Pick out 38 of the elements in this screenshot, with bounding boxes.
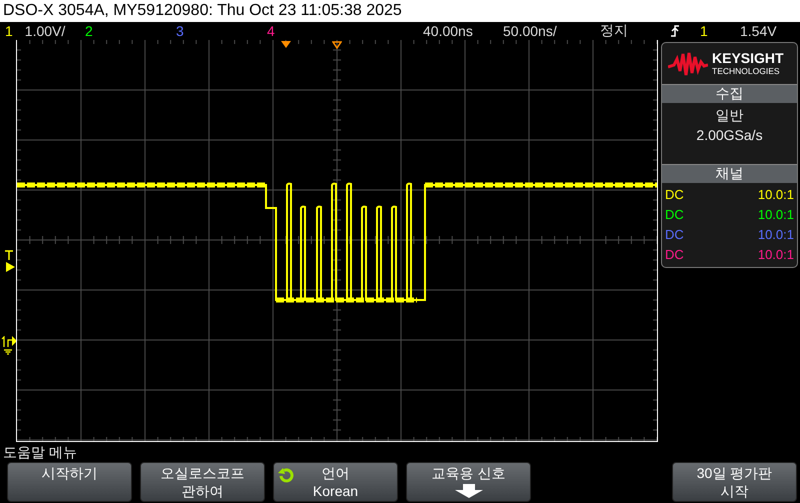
channel-scale: 1.00V/ bbox=[24, 23, 66, 39]
waveform-logo-icon bbox=[668, 50, 708, 77]
down-arrow-icon bbox=[454, 484, 482, 498]
menu-title: 도움말 메뉴 bbox=[2, 443, 78, 462]
brand-name: KEYSIGHT bbox=[712, 51, 784, 66]
trigger-source: 1 bbox=[700, 23, 709, 39]
run-state: 정지 bbox=[600, 22, 629, 40]
delay-value: 40.00ns bbox=[423, 23, 474, 39]
channel-number[interactable]: 2 bbox=[85, 23, 93, 39]
channel-coupling: DC bbox=[665, 186, 684, 204]
rising-edge-icon bbox=[670, 24, 680, 38]
probe-ratio: 10.0:1 bbox=[758, 226, 794, 244]
trigger-level-marker bbox=[2, 250, 16, 272]
trigger-level: 1.54V bbox=[740, 23, 777, 39]
channel-coupling: DC bbox=[665, 226, 684, 244]
channel-number[interactable]: 1 bbox=[5, 23, 13, 39]
softkey-button[interactable]: 오실로스코프 관하여 bbox=[140, 462, 265, 502]
window-title: DSO-X 3054A, MY59120980: Thu Oct 23 11:05:38 2025 bbox=[0, 0, 800, 22]
time-reference-marker bbox=[332, 41, 342, 49]
section-title: 수집 bbox=[716, 85, 744, 104]
channel-number[interactable]: 3 bbox=[176, 23, 184, 39]
cycle-arrow-icon bbox=[278, 467, 294, 483]
sample-rate: 2.00GSa/s bbox=[696, 126, 763, 146]
channel-number[interactable]: 4 bbox=[267, 23, 275, 39]
softkey-button[interactable]: 교육용 신호 bbox=[406, 462, 531, 502]
channel-coupling: DC bbox=[665, 206, 684, 224]
probe-ratio: 10.0:1 bbox=[758, 206, 794, 224]
probe-ratio: 10.0:1 bbox=[758, 186, 794, 204]
probe-ratio: 10.0:1 bbox=[758, 246, 794, 264]
softkey-button[interactable]: 언어 Korean bbox=[273, 462, 398, 502]
timebase-value: 50.00ns/ bbox=[503, 23, 558, 39]
softkey-button[interactable]: 30일 평가판 시작 bbox=[672, 462, 797, 502]
acquisition-mode: 일반 bbox=[716, 106, 744, 126]
softkey-button[interactable]: 시작하기 bbox=[7, 462, 132, 502]
section-title: 채널 bbox=[716, 165, 744, 183]
brand-subtitle: TECHNOLOGIES bbox=[712, 67, 781, 76]
channel-coupling: DC bbox=[665, 246, 684, 264]
trigger-position-marker bbox=[281, 41, 291, 49]
